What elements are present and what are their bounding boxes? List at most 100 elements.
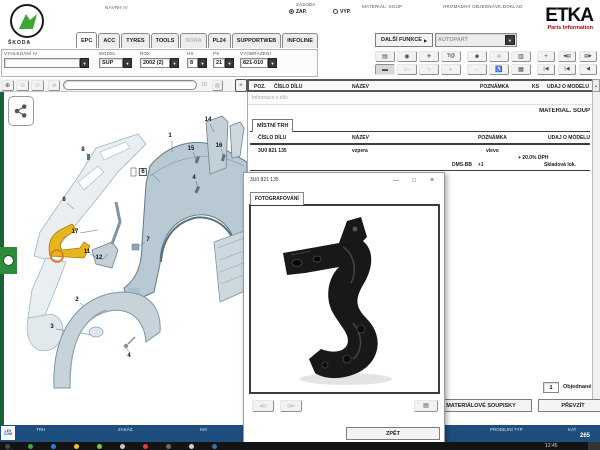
taskbar-app-icon[interactable] — [97, 444, 102, 449]
tab-fotografovani[interactable]: FOTOGRAFOVÁNÍ — [250, 192, 304, 205]
pin-button[interactable]: + — [537, 51, 555, 62]
diagram-callout-2[interactable]: 2 — [75, 297, 78, 303]
material-soupisky-button[interactable]: MATERIÁLOVÉ SOUPISKY — [430, 399, 532, 412]
tab-supportweb[interactable]: SUPPORTWEB — [232, 33, 281, 48]
share-button[interactable] — [8, 96, 34, 126]
tab-pl24[interactable]: PL24 — [208, 33, 231, 48]
nav-first-button[interactable]: |◀ — [537, 64, 555, 75]
help-button[interactable]: ?@ — [441, 51, 461, 62]
photo-print-button[interactable]: ▤ — [414, 400, 438, 412]
scrollbar-up-button[interactable]: ▲ — [592, 79, 600, 92]
cart-button[interactable]: ▦ — [511, 64, 531, 75]
zasoba-zap-radio[interactable]: ZAP. — [289, 9, 307, 15]
tab-acc[interactable]: ACC — [98, 33, 120, 48]
tab-infoline[interactable]: INFOLINE — [282, 33, 318, 48]
user-secondary-button: ☻ — [489, 51, 509, 62]
key-button: o– — [397, 64, 417, 75]
zoom-in-button[interactable]: ⊕ — [1, 80, 14, 91]
diagram-callout-3[interactable]: 3 — [50, 324, 53, 330]
diagram-callout-12[interactable]: 12 — [96, 255, 103, 261]
taskbar-app-icon[interactable] — [120, 444, 125, 449]
page-next-button[interactable]: ▤▶ — [579, 51, 597, 62]
col-poznamka: POZNÁMKA — [480, 84, 509, 90]
page-next-icon: ▤▶ — [584, 54, 592, 59]
diagram-callout-14[interactable]: 14 — [205, 117, 212, 123]
pan-handle[interactable]: + — [235, 79, 247, 92]
info-panel-title: Informace o dílu — [252, 95, 288, 101]
monitor-button[interactable]: ▬ — [375, 64, 395, 75]
diagram-callout-8[interactable]: 8 — [62, 197, 65, 203]
diagram-callout-1[interactable]: 1 — [168, 133, 171, 139]
taskbar-app-icon[interactable] — [51, 444, 56, 449]
tab-mistni-trh[interactable]: MÍSTNÍ TRH — [252, 119, 293, 132]
diagram-callout-15[interactable]: 15 — [188, 146, 195, 152]
rok-dropdown-icon[interactable]: ▼ — [170, 58, 179, 68]
taskbar-app-icon[interactable] — [166, 444, 171, 449]
truck-button[interactable]: ▥ — [511, 51, 531, 62]
vertical-scrollbar[interactable] — [592, 92, 600, 412]
dms-cell: DMS-BB — [452, 162, 472, 168]
close-button[interactable]: × — [424, 174, 440, 187]
vyobrazeni-dropdown-icon[interactable]: ▼ — [268, 58, 277, 68]
autopart-select[interactable]: AUTOPART ▼ — [435, 33, 517, 47]
accessibility-button[interactable]: ♿ — [489, 64, 509, 75]
radio-on-icon — [289, 9, 294, 14]
taskbar-app-icon[interactable] — [143, 444, 148, 449]
vyobrazeni-select[interactable]: 821-010 — [240, 58, 268, 68]
model-dropdown-icon[interactable]: ▼ — [123, 58, 132, 68]
diagram-callout-17[interactable]: 17 — [72, 229, 79, 235]
search-part-button[interactable]: ○ — [48, 80, 60, 91]
vyhledani-input[interactable] — [4, 58, 80, 68]
photo-next-button: ▤▶ — [280, 400, 302, 412]
zpet-button[interactable]: ZPĚT — [346, 427, 440, 440]
skoda-side-logo-icon[interactable] — [0, 247, 17, 274]
hs-select[interactable]: 8 — [187, 58, 198, 68]
maximize-button[interactable]: □ — [406, 174, 422, 187]
info-col-poznamka: POZNÁMKA — [478, 135, 507, 141]
truck-icon: ▥ — [518, 54, 524, 60]
taskbar-app-icon[interactable] — [74, 444, 79, 449]
page-prev-button[interactable]: ◀▤ — [558, 51, 576, 62]
dalsi-funkce-button[interactable]: DALŠÍ FUNKCE▶ — [375, 33, 433, 47]
diagram-callout-8[interactable]: 8 — [81, 147, 84, 153]
diagram-callout-4[interactable]: 4 — [192, 175, 195, 181]
taskbar-app-icon[interactable] — [212, 444, 217, 449]
hs-dropdown-icon[interactable]: ▼ — [198, 58, 207, 68]
tab-epc[interactable]: EPC — [76, 32, 97, 48]
tab-tyres[interactable]: TYRES — [121, 33, 149, 48]
notification-button[interactable]: ◉ — [397, 51, 417, 62]
minimize-button[interactable]: — — [388, 174, 404, 187]
diagram-callout-4[interactable]: 4 — [127, 353, 130, 359]
diagram-search-input[interactable] — [63, 80, 197, 90]
vat-cell: + 20.0% DPH — [518, 155, 548, 161]
order-quantity-input[interactable] — [543, 382, 559, 393]
print-button[interactable]: ▤ — [375, 51, 395, 62]
tab-tools[interactable]: TOOLS — [151, 33, 180, 48]
taskbar-app-icon[interactable] — [189, 444, 194, 449]
diagram-callout-6[interactable]: 6 — [139, 168, 147, 176]
ps-dropdown-icon[interactable]: ▼ — [225, 58, 234, 68]
nav-previous-button[interactable]: |◀ — [558, 64, 576, 75]
model-select[interactable]: SUP — [99, 58, 123, 68]
zasoba-vyp-radio[interactable]: VYP. — [333, 9, 351, 15]
vyhledani-dropdown-icon[interactable]: ▼ — [80, 58, 89, 68]
ps-select[interactable]: 21 — [213, 58, 225, 68]
play-icon: ▸ — [449, 67, 452, 73]
diagram-callout-7[interactable]: 7 — [146, 237, 149, 243]
parts-diagram[interactable]: 1 8 14 15 16 4 6 8 17 11 12 7 2 3 4 — [0, 92, 247, 425]
dropdown-arrow-icon[interactable]: ▼ — [505, 35, 515, 45]
close-icon: × — [430, 177, 434, 184]
send-button[interactable]: ✈ — [419, 51, 439, 62]
taskbar-app-icon[interactable] — [5, 444, 10, 449]
diagram-callout-16[interactable]: 16 — [216, 143, 223, 149]
nav-back-button[interactable]: ◀ — [579, 64, 597, 75]
taskbar-app-icon[interactable] — [28, 444, 33, 449]
order-quantity-label: Objednané — [563, 384, 600, 390]
os-taskbar[interactable]: 12:45 — [0, 442, 600, 450]
user-button[interactable]: ☻ — [467, 51, 487, 62]
prevzit-button[interactable]: PŘEVZÍT — [538, 399, 600, 412]
rok-select[interactable]: 2002 (2) — [140, 58, 170, 68]
nav-first-icon: |◀ — [543, 67, 548, 72]
taskbar-tray[interactable] — [588, 442, 600, 450]
diagram-callout-11[interactable]: 11 — [84, 249, 90, 255]
